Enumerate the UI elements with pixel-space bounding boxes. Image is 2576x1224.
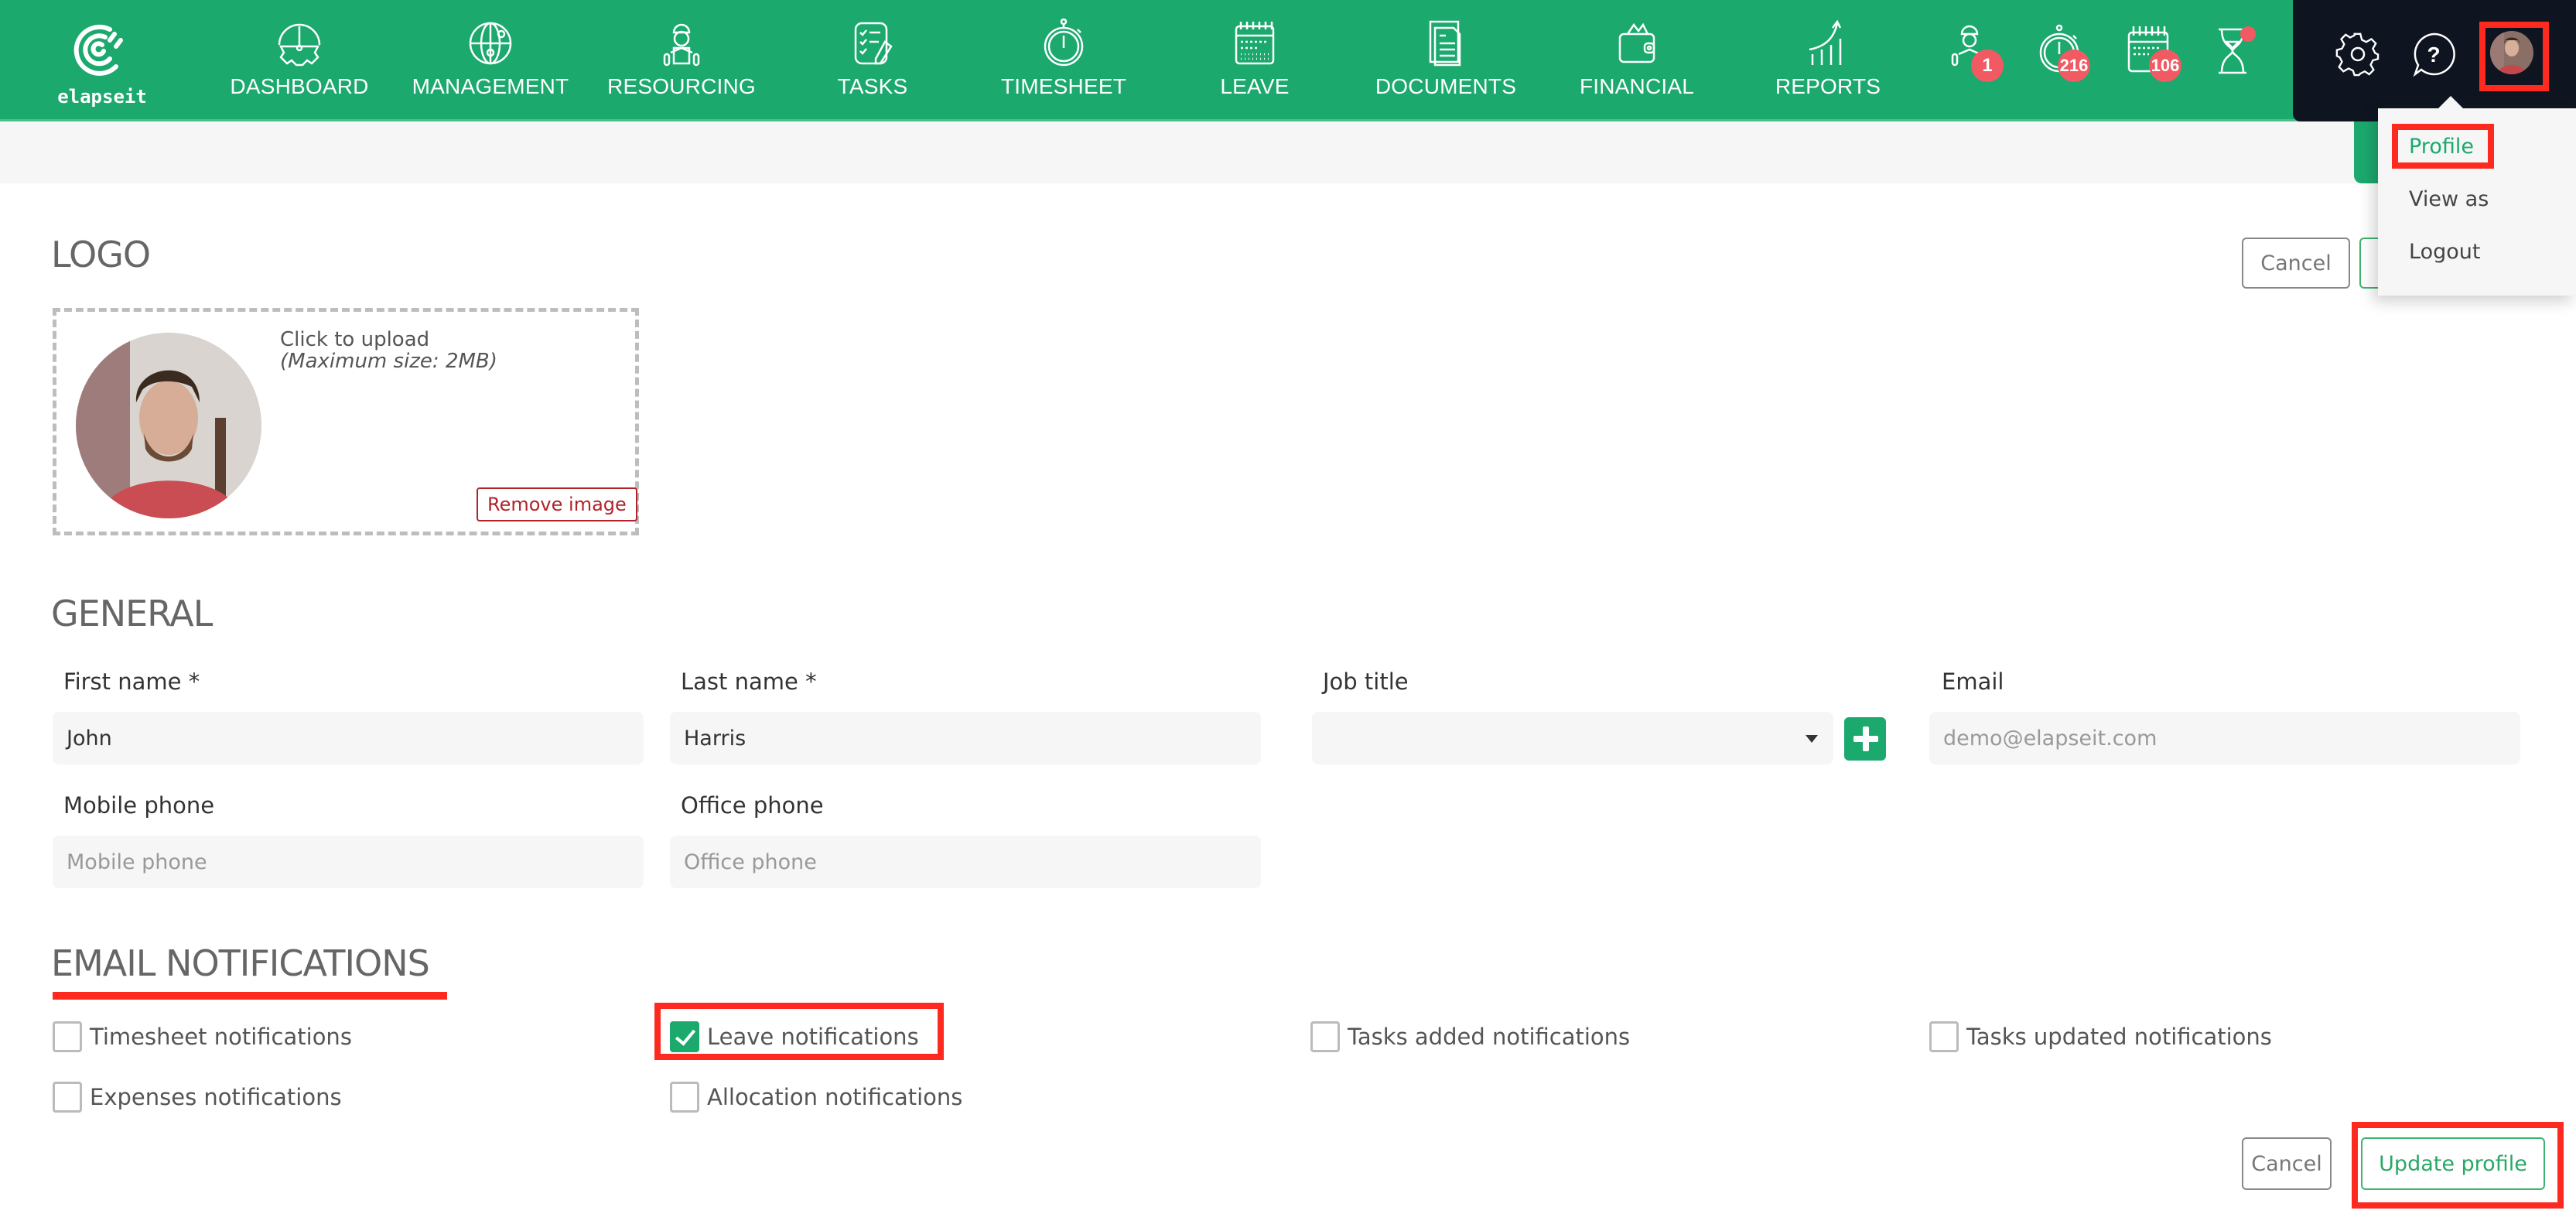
resourcing-alert-button[interactable]: 1 (1948, 23, 2017, 85)
email-label: Email (1942, 668, 2004, 695)
globe-icon (469, 22, 512, 65)
checkbox-box[interactable] (670, 1082, 699, 1113)
svg-text:?: ? (2427, 43, 2440, 67)
tasks-updated-notifications-checkbox[interactable]: Tasks updated notifications (1929, 1021, 2272, 1052)
timesheet-alert-button[interactable]: 216 (2039, 23, 2109, 85)
expenses-notifications-checkbox[interactable]: Expenses notifications (53, 1082, 342, 1113)
nav-timesheet[interactable]: TIMESHEET (971, 19, 1156, 99)
checkbox-checked[interactable] (670, 1021, 699, 1052)
nav-documents[interactable]: DOCUMENTS (1353, 19, 1539, 99)
last-name-label: Last name * (681, 668, 817, 695)
remove-image-button[interactable]: Remove image (477, 487, 637, 521)
elapseit-logo-icon (73, 24, 123, 76)
top-nav-bar: elapseit DASHBOARD MANAGEMENT RESOURCING… (0, 0, 2576, 121)
menu-item-logout[interactable]: Logout (2409, 240, 2480, 264)
leave-notifications-checkbox[interactable]: Leave notifications (670, 1021, 919, 1052)
title-underline-highlight (53, 992, 447, 1000)
nav-leave[interactable]: LEAVE (1162, 19, 1348, 99)
logo-section-title: LOGO (51, 234, 151, 275)
hourglass-alert-button[interactable] (2212, 23, 2282, 85)
checkbox-box[interactable] (53, 1021, 82, 1052)
profile-photo-icon (76, 333, 261, 518)
cancel-button[interactable]: Cancel (2242, 1137, 2332, 1190)
update-profile-button[interactable]: Update profile (2361, 1137, 2545, 1190)
avatar-photo-icon (2490, 31, 2533, 74)
dashboard-gauge-icon (278, 23, 321, 67)
leave-alert-button[interactable]: 106 (2126, 23, 2195, 85)
stopwatch-icon (1044, 19, 1084, 67)
checklist-icon (854, 22, 893, 65)
email-input[interactable]: demo@elapseit.com (1929, 712, 2520, 764)
nav-resourcing[interactable]: RESOURCING (589, 19, 774, 99)
nav-financial[interactable]: FINANCIAL (1544, 19, 1730, 99)
worker-icon (663, 23, 700, 67)
last-name-input[interactable]: Harris (670, 712, 1261, 764)
tasks-added-notifications-checkbox[interactable]: Tasks added notifications (1310, 1021, 1630, 1052)
brand-name: elapseit (57, 86, 147, 108)
first-name-input[interactable]: John (53, 712, 644, 764)
job-title-label: Job title (1323, 668, 1409, 695)
nav-management[interactable]: MANAGEMENT (398, 19, 583, 99)
menu-item-view-as[interactable]: View as (2409, 187, 2489, 211)
add-job-title-button[interactable] (1844, 717, 1886, 761)
brand-logo[interactable]: elapseit (48, 19, 156, 108)
first-name-label: First name * (63, 668, 200, 695)
checkbox-box[interactable] (1310, 1021, 1340, 1052)
user-panel: ? (2293, 0, 2576, 121)
leave-count-badge: 106 (2149, 50, 2181, 82)
menu-item-profile[interactable]: Profile (2409, 135, 2474, 159)
nav-reports[interactable]: REPORTS (1735, 19, 1921, 99)
help-icon[interactable]: ? (2410, 31, 2457, 77)
resourcing-count-badge: 1 (1971, 50, 2004, 82)
user-dropdown-menu: Profile View as Logout (2378, 96, 2576, 296)
sub-header-band (0, 121, 2576, 183)
documents-icon (1429, 20, 1461, 67)
wallet-icon (1618, 22, 1655, 63)
upload-instructions[interactable]: Click to upload (Maximum size: 2MB) (280, 329, 497, 372)
timesheet-notifications-checkbox[interactable]: Timesheet notifications (53, 1021, 352, 1052)
upload-size-hint: (Maximum size: 2MB) (280, 350, 497, 373)
nav-tasks[interactable]: TASKS (780, 19, 965, 99)
checkbox-box[interactable] (53, 1082, 82, 1113)
profile-image (76, 333, 261, 518)
timesheet-count-badge: 216 (2058, 50, 2090, 82)
calendar-icon (1235, 22, 1275, 65)
user-avatar[interactable] (2490, 31, 2533, 74)
checkbox-box[interactable] (1929, 1021, 1959, 1052)
job-title-select[interactable] (1312, 712, 1833, 764)
top-cancel-button[interactable]: Cancel (2242, 238, 2350, 289)
office-phone-label: Office phone (681, 792, 824, 819)
nav-dashboard[interactable]: DASHBOARD (207, 19, 392, 99)
email-notifications-title: EMAIL NOTIFICATIONS (51, 942, 430, 984)
mobile-phone-input[interactable]: Mobile phone (53, 836, 644, 888)
general-section-title: GENERAL (51, 593, 213, 634)
gear-icon[interactable] (2335, 31, 2381, 77)
chart-growth-icon (1809, 19, 1842, 65)
allocation-notifications-checkbox[interactable]: Allocation notifications (670, 1082, 962, 1113)
office-phone-input[interactable]: Office phone (670, 836, 1261, 888)
upload-text: Click to upload (280, 328, 430, 351)
mobile-phone-label: Mobile phone (63, 792, 215, 819)
hourglass-dot-badge (2240, 26, 2256, 42)
chevron-down-icon (1806, 735, 1818, 743)
